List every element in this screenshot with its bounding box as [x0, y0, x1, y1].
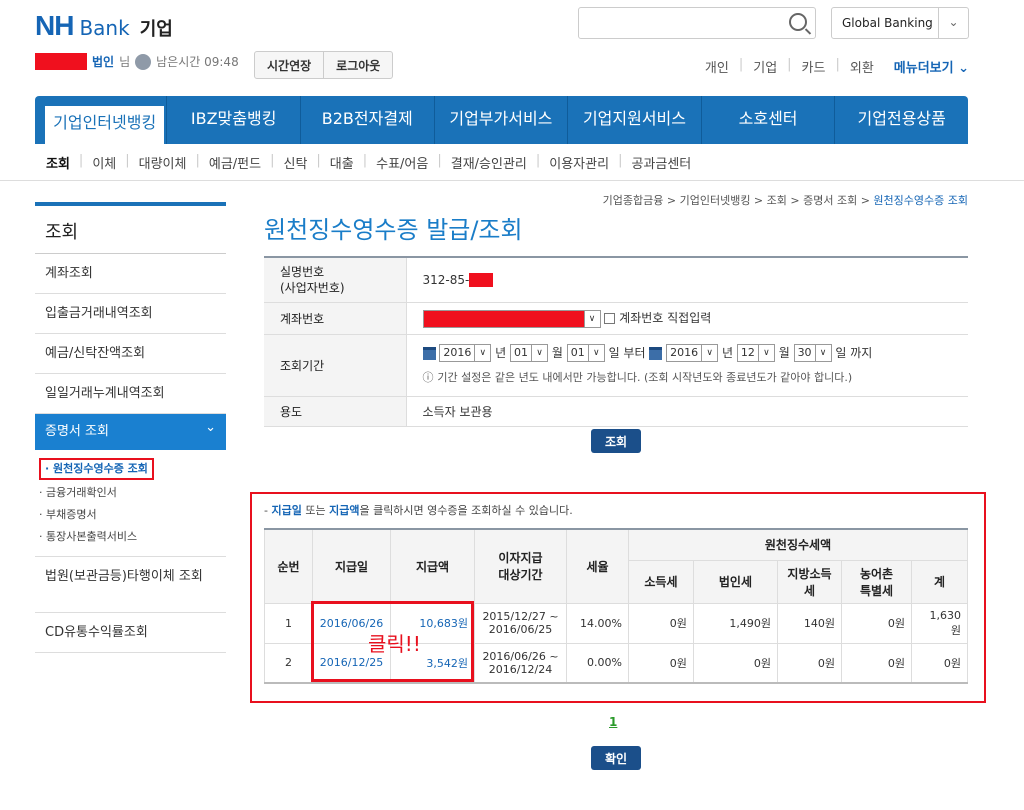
calendar-icon[interactable]: [649, 346, 663, 360]
redacted-name: [35, 53, 87, 70]
nh-bank-logo[interactable]: NH Bank 기업: [35, 10, 173, 42]
chevron-down-icon: ⌄: [938, 8, 968, 38]
subnav-item[interactable]: 공과금센터: [631, 153, 691, 172]
tab-b2b[interactable]: B2B전자결제: [299, 96, 434, 144]
sidebar-item[interactable]: 법원(보관금등)타행이체 조회: [35, 557, 226, 613]
subnav-item[interactable]: 이용자관리: [549, 153, 609, 172]
from-day-select[interactable]: 01 ∨: [566, 344, 605, 362]
page-title: 원천징수영수증 발급/조회: [264, 216, 523, 244]
tab-value-added[interactable]: 기업부가서비스: [433, 96, 568, 144]
extend-time-button[interactable]: 시간연장: [255, 52, 323, 78]
global-banking-select[interactable]: Global Banking ⌄: [831, 7, 969, 39]
click-annotation: 클릭!!: [368, 632, 421, 656]
tab-products[interactable]: 기업전용상품: [834, 96, 968, 144]
search-input[interactable]: [578, 7, 816, 39]
to-day-select[interactable]: 30 ∨: [793, 344, 832, 362]
sidebar-title: 조회: [35, 206, 226, 254]
subnav-item[interactable]: 예금/펀드: [209, 153, 261, 172]
calendar-icon[interactable]: [422, 346, 436, 360]
search-icon[interactable]: [789, 13, 807, 31]
sidebar-subitem-withholding[interactable]: · 원천징수영수증 조회: [39, 458, 154, 480]
sidebar-item[interactable]: CD유통수익률조회: [35, 613, 226, 653]
info-icon: ⓘ: [422, 370, 434, 384]
tab-support[interactable]: 기업지원서비스: [567, 96, 701, 144]
sidebar-item[interactable]: 계좌조회: [35, 254, 226, 294]
page-link[interactable]: 1: [609, 715, 617, 729]
logout-button[interactable]: 로그아웃: [323, 52, 392, 78]
result-note: - 지급일 또는 지급액을 클릭하시면 영수증을 조회하실 수 있습니다.: [264, 504, 573, 517]
to-year-select[interactable]: 2016 ∨: [666, 344, 719, 362]
link-card[interactable]: 카드: [802, 57, 826, 76]
session-buttons: 시간연장 로그아웃: [254, 51, 394, 79]
sidebar-subitem[interactable]: · 금융거래확인서: [39, 482, 226, 504]
subnav-item[interactable]: 대량이체: [139, 153, 187, 172]
main-nav: 기업인터넷뱅킹 IBZ맞춤뱅킹 B2B전자결제 기업부가서비스 기업지원서비스 …: [35, 96, 968, 144]
sub-nav: 조회 | 이체 | 대량이체 | 예금/펀드 | 신탁 | 대출 | 수표/어음 | 결재/승…: [46, 153, 692, 172]
tab-corporate-internet-banking[interactable]: 기업인터넷뱅킹: [45, 106, 165, 144]
query-form: 실명번호 (사업자번호) 312-85- 계좌번호 ∨ 계좌번호 직접입력 조회…: [264, 256, 968, 427]
account-select[interactable]: ∨: [422, 309, 601, 328]
tab-ibz[interactable]: IBZ맞춤뱅킹: [166, 96, 300, 144]
sidebar-subitems: · 원천징수영수증 조회 · 금융거래확인서 · 부채증명서 · 통장사본출력서…: [35, 450, 226, 557]
link-forex[interactable]: 외환: [850, 57, 874, 76]
subnav-item[interactable]: 대출: [330, 153, 354, 172]
sidebar-subitem[interactable]: · 부채증명서: [39, 504, 226, 526]
divider: [0, 180, 1024, 181]
subnav-item[interactable]: 이체: [92, 153, 116, 172]
sidebar-item[interactable]: 일일거래누계내역조회: [35, 374, 226, 414]
from-year-select[interactable]: 2016 ∨: [439, 344, 492, 362]
sidebar-item-certificate[interactable]: 증명서 조회: [35, 410, 226, 450]
sidebar-item[interactable]: 예금/신탁잔액조회: [35, 334, 226, 374]
direct-input-checkbox[interactable]: [604, 313, 616, 324]
tab-soho[interactable]: 소호센터: [700, 96, 835, 144]
user-info: 법인 님 남은시간 09:48: [35, 53, 239, 70]
subnav-item[interactable]: 조회: [46, 153, 70, 172]
clock-icon: [135, 53, 152, 70]
sidebar: 조회 계좌조회 입출금거래내역조회 예금/신탁잔액조회 일일거래누계내역조회 증…: [35, 202, 226, 653]
link-corporate[interactable]: 기업: [753, 57, 777, 76]
to-month-select[interactable]: 12 ∨: [736, 344, 775, 362]
link-personal[interactable]: 개인: [705, 57, 729, 76]
breadcrumb: 기업종합금융 > 기업인터넷뱅킹 > 조회 > 증명서 조회 > 원천징수영수증…: [602, 194, 968, 207]
subnav-item[interactable]: 신탁: [283, 153, 307, 172]
sidebar-item[interactable]: 입출금거래내역조회: [35, 294, 226, 334]
more-menu-button[interactable]: 메뉴더보기 ⌄: [894, 57, 969, 76]
top-links: 개인 | 기업 | 카드 | 외환 메뉴더보기 ⌄: [704, 57, 969, 76]
subnav-item[interactable]: 수표/어음: [376, 153, 428, 172]
sidebar-subitem[interactable]: · 통장사본출력서비스: [39, 526, 226, 548]
from-month-select[interactable]: 01 ∨: [510, 344, 549, 362]
search-button[interactable]: 조회: [591, 429, 641, 453]
confirm-button[interactable]: 확인: [591, 746, 641, 770]
subnav-item[interactable]: 결재/승인관리: [451, 153, 527, 172]
